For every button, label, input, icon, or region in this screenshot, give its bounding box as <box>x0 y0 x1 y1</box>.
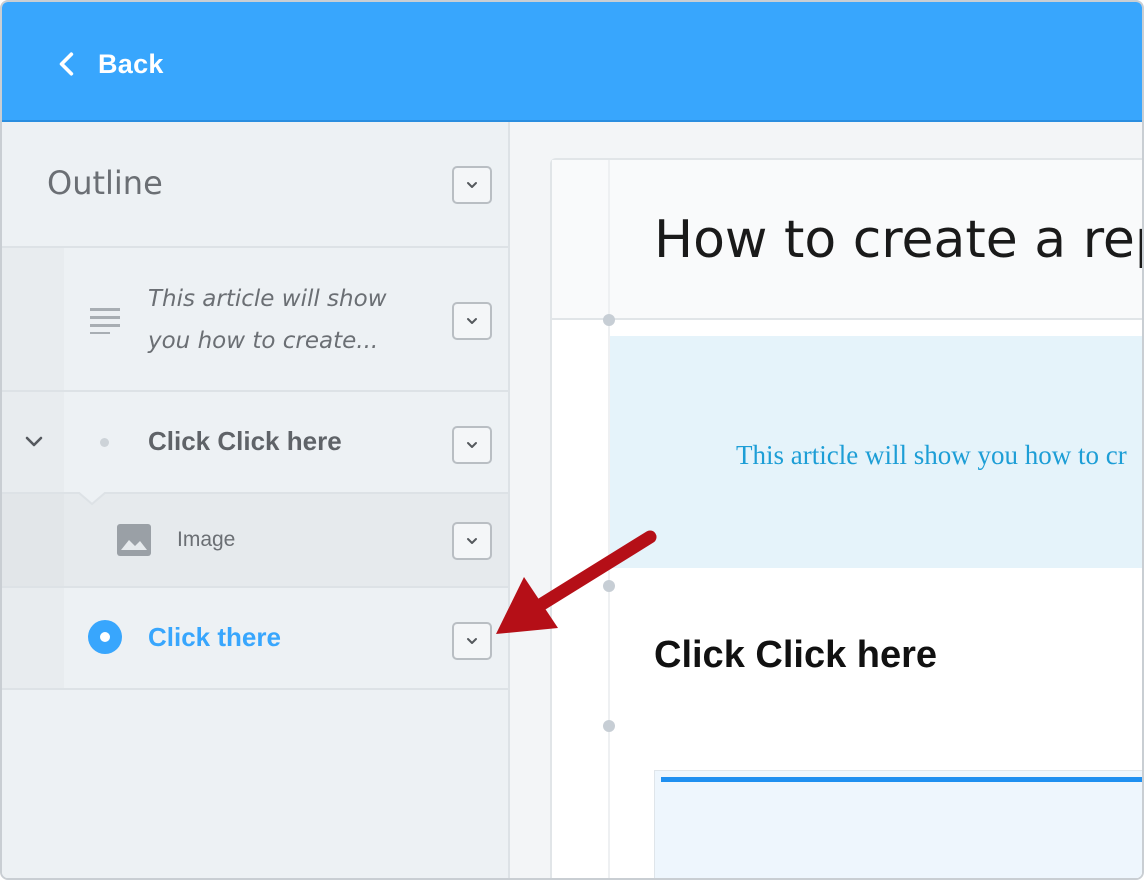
chevron-down-icon <box>467 182 477 188</box>
row-gutter <box>2 248 64 390</box>
outline-item-step-2[interactable]: Click there <box>2 588 508 690</box>
outline-dropdown-button[interactable] <box>452 166 492 204</box>
item-dropdown-button[interactable] <box>452 426 492 464</box>
text-lines-icon <box>90 308 120 334</box>
document-page: How to create a repo This article will s… <box>550 158 1142 878</box>
outline-sidebar: Outline This article will show you how t… <box>2 122 510 878</box>
guide-dot <box>603 314 615 326</box>
outline-item-label: This article will show you how to create… <box>148 286 387 354</box>
chevron-down-icon <box>467 638 477 644</box>
outline-header: Outline <box>2 122 508 248</box>
chevron-down-icon <box>467 442 477 448</box>
row-gutter <box>2 494 64 586</box>
chevron-down-icon <box>467 538 477 544</box>
back-button[interactable]: Back <box>54 42 164 86</box>
chevron-down-icon <box>467 318 477 324</box>
guide-dot <box>603 580 615 592</box>
image-icon <box>117 524 151 556</box>
outline-item-label: Click there <box>148 622 281 652</box>
outline-item-label: Click Click here <box>148 426 342 456</box>
pointer-notch <box>78 492 106 506</box>
row-gutter <box>2 588 64 688</box>
app-window: Back Outline This article will show you … <box>0 0 1144 880</box>
intro-text: This article will show you how to cr <box>736 440 1127 470</box>
top-bar: Back <box>2 2 1142 122</box>
back-label: Back <box>98 48 164 79</box>
guide-dot <box>603 720 615 732</box>
chevron-left-icon <box>59 52 74 76</box>
image-block-bar <box>661 777 1142 782</box>
item-dropdown-button[interactable] <box>452 302 492 340</box>
outline-item-label: Image <box>177 528 236 551</box>
outline-item-step-1[interactable]: Click Click here <box>2 392 508 494</box>
section-heading: Click Click here <box>654 634 938 676</box>
radio-dot-icon <box>88 620 122 654</box>
intro-block[interactable]: This article will show you how to cr <box>610 336 1142 568</box>
page-title: How to create a repo <box>654 210 1142 270</box>
outline-title: Outline <box>47 164 163 202</box>
outline-item-image[interactable]: Image <box>2 492 508 588</box>
image-block[interactable] <box>654 770 1142 878</box>
chevron-down-icon[interactable] <box>24 434 44 450</box>
title-block[interactable]: How to create a repo <box>552 160 1142 320</box>
item-dropdown-button[interactable] <box>452 522 492 560</box>
item-dropdown-button[interactable] <box>452 622 492 660</box>
outline-item-intro[interactable]: This article will show you how to create… <box>2 248 508 392</box>
step-dot-icon <box>100 438 109 447</box>
editor-area: How to create a repo This article will s… <box>510 122 1142 878</box>
